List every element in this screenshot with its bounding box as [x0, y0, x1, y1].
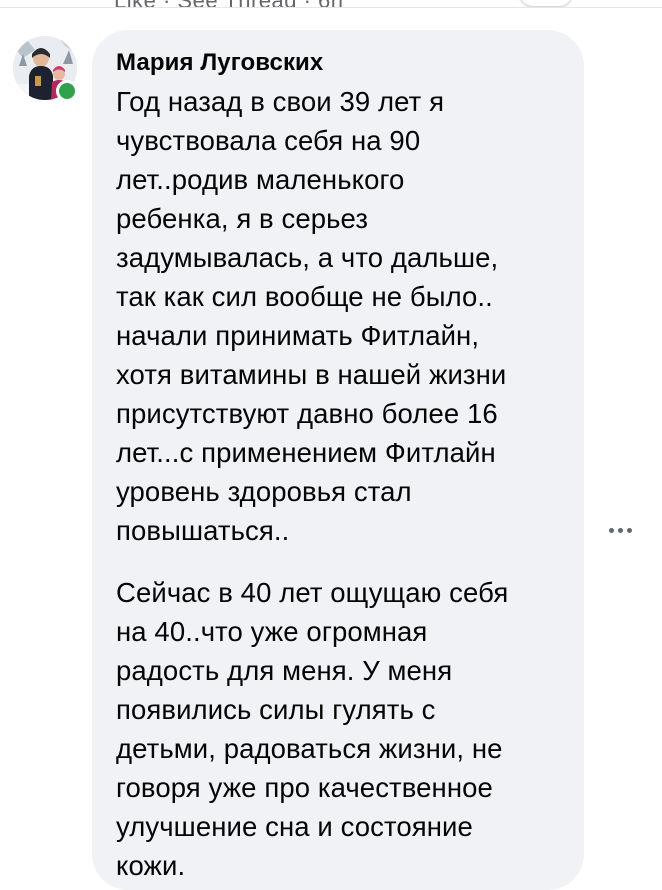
comment-line: лет..родив маленького	[116, 164, 405, 195]
comment-line: лет...с применением Фитлайн	[116, 437, 496, 468]
comment-author-name[interactable]: Мария Луговских	[116, 46, 562, 80]
online-status-icon	[56, 80, 78, 102]
more-horizontal-icon	[608, 527, 632, 533]
comment-line: начали принимать Фитлайн,	[116, 320, 480, 351]
comment-line: Сейчас в 40 лет ощущаю себя	[116, 577, 509, 608]
previous-comment-actions-cutoff: Like · See Thread · 6h	[0, 0, 662, 8]
comment-line: Год назад в свои 39 лет я	[116, 86, 445, 117]
previous-reaction-pill[interactable]	[520, 0, 572, 6]
comment-line: детьми, радоваться жизни, не	[116, 733, 503, 764]
comment-line: повышаться..	[116, 515, 290, 546]
comment-line: хотя витамины в нашей жизни	[116, 359, 507, 390]
comment-line: присутствуют давно более 16	[116, 398, 498, 429]
comment-bubble: Мария Луговских Год назад в свои 39 лет …	[92, 30, 584, 890]
comment-line: говоря уже про качественное	[116, 772, 493, 803]
comment-line: задумывалась, а что дальше,	[116, 242, 499, 273]
comment-line: появились силы гулять с	[116, 694, 436, 725]
comment-line: радость для меня. У меня	[116, 655, 453, 686]
comment-line: улучшение сна и состояние	[116, 811, 473, 842]
divider	[0, 7, 662, 8]
comment-line: ребенка, я в серьез	[116, 203, 369, 234]
comment-paragraph-2: Сейчас в 40 лет ощущаю себя на 40..что у…	[116, 573, 562, 885]
comment-line: так как сил вообще не было..	[116, 281, 493, 312]
comment-line: на 40..что уже огромная	[116, 616, 428, 647]
comment-line: уровень здоровья стал	[116, 476, 412, 507]
comment-line: кожи.	[116, 850, 186, 881]
more-options-button[interactable]	[598, 516, 642, 544]
comment-line: чувствовала себя на 90	[116, 125, 421, 156]
comment-paragraph-1: Год назад в свои 39 лет я чувствовала се…	[116, 82, 562, 550]
